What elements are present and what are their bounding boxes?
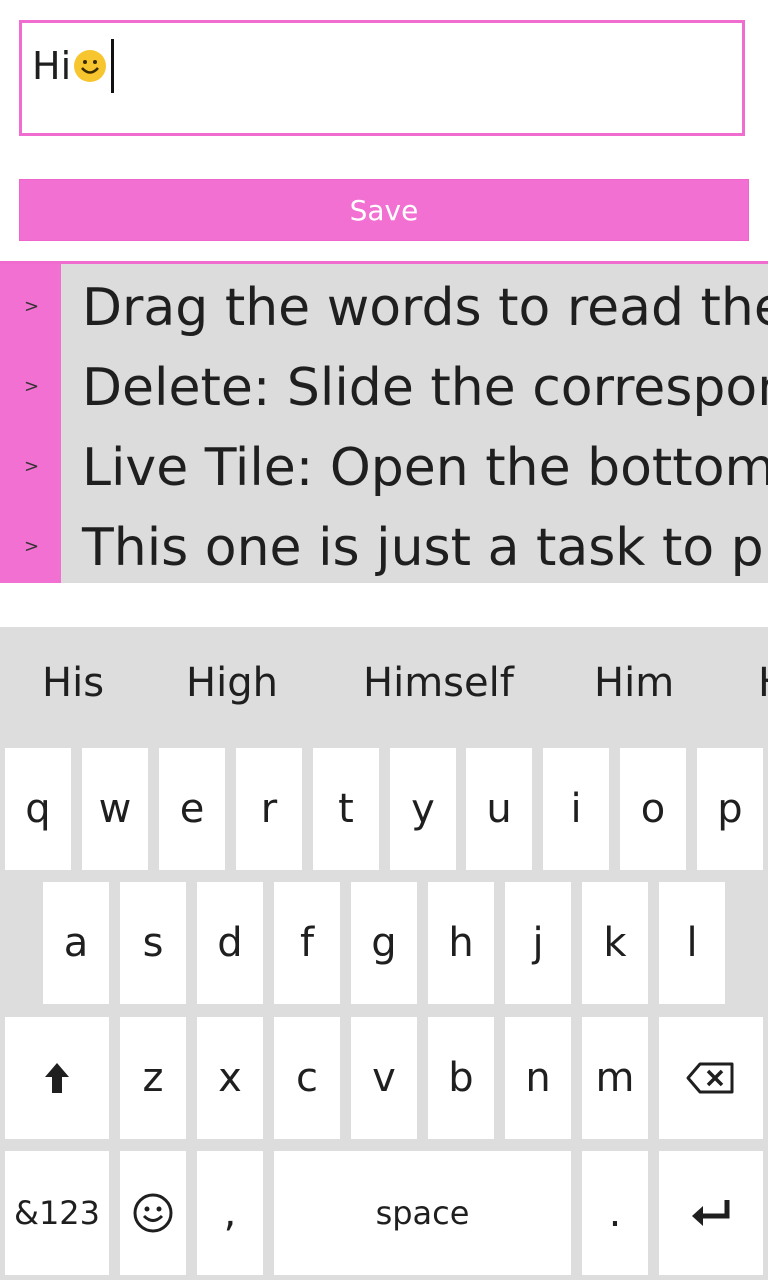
numbers-key[interactable]: &123 (5, 1151, 109, 1275)
enter-icon (692, 1200, 730, 1226)
key-x[interactable]: x (197, 1017, 263, 1139)
key-b[interactable]: b (428, 1017, 494, 1139)
chevron-right-icon: > (24, 376, 40, 397)
chevron-right-icon: > (24, 536, 40, 557)
task-item[interactable]: > This one is just a task to prac (0, 508, 768, 583)
key-k[interactable]: k (582, 882, 648, 1004)
chevron-right-icon: > (24, 456, 40, 477)
smiley-emoji-icon (74, 50, 107, 82)
task-list: > Drag the words to read the re > Delete… (0, 261, 768, 583)
enter-key[interactable] (659, 1151, 763, 1275)
key-n[interactable]: n (505, 1017, 571, 1139)
word-suggestions: His High Himself Him H (0, 627, 768, 747)
key-z[interactable]: z (120, 1017, 186, 1139)
key-s[interactable]: s (120, 882, 186, 1004)
key-m[interactable]: m (582, 1017, 648, 1139)
key-j[interactable]: j (505, 882, 571, 1004)
input-value: Hi (32, 44, 72, 88)
space-key[interactable]: space (274, 1151, 571, 1275)
task-text: Live Tile: Open the bottom m (82, 438, 768, 498)
key-a[interactable]: a (43, 882, 109, 1004)
task-item[interactable]: > Drag the words to read the re (0, 268, 768, 348)
backspace-key[interactable] (659, 1017, 763, 1139)
task-item[interactable]: > Delete: Slide the correspondi (0, 348, 768, 428)
key-i[interactable]: i (543, 748, 609, 870)
shift-arrow-icon (45, 1063, 69, 1093)
key-c[interactable]: c (274, 1017, 340, 1139)
period-key[interactable]: . (582, 1151, 648, 1275)
key-g[interactable]: g (351, 882, 417, 1004)
task-text: Drag the words to read the re (82, 278, 768, 338)
emoji-key[interactable] (120, 1151, 186, 1275)
text-input[interactable]: Hi (19, 20, 745, 136)
key-t[interactable]: t (313, 748, 379, 870)
key-q[interactable]: q (5, 748, 71, 870)
backspace-icon (686, 1062, 734, 1094)
key-p[interactable]: p (697, 748, 763, 870)
task-text: Delete: Slide the correspondi (82, 358, 768, 418)
key-w[interactable]: w (82, 748, 148, 870)
text-caret (111, 39, 115, 93)
key-f[interactable]: f (274, 882, 340, 1004)
comma-key[interactable]: , (197, 1151, 263, 1275)
key-e[interactable]: e (159, 748, 225, 870)
key-v[interactable]: v (351, 1017, 417, 1139)
task-text: This one is just a task to prac (82, 518, 768, 578)
key-l[interactable]: l (659, 882, 725, 1004)
key-u[interactable]: u (466, 748, 532, 870)
shift-key[interactable] (5, 1017, 109, 1139)
key-r[interactable]: r (236, 748, 302, 870)
chevron-right-icon: > (24, 296, 40, 317)
key-o[interactable]: o (620, 748, 686, 870)
key-y[interactable]: y (390, 748, 456, 870)
suggestion-item[interactable]: High (186, 660, 278, 706)
suggestion-item[interactable]: His (42, 660, 104, 706)
on-screen-keyboard: His High Himself Him H q w e r t y u i o… (0, 627, 768, 1280)
suggestion-item[interactable]: Him (594, 660, 674, 706)
task-item[interactable]: > Live Tile: Open the bottom m (0, 428, 768, 508)
emoji-icon (133, 1193, 173, 1233)
suggestion-item[interactable]: Himself (363, 660, 514, 706)
key-h[interactable]: h (428, 882, 494, 1004)
key-d[interactable]: d (197, 882, 263, 1004)
save-button[interactable]: Save (19, 179, 749, 241)
suggestion-item[interactable]: H (758, 660, 768, 706)
